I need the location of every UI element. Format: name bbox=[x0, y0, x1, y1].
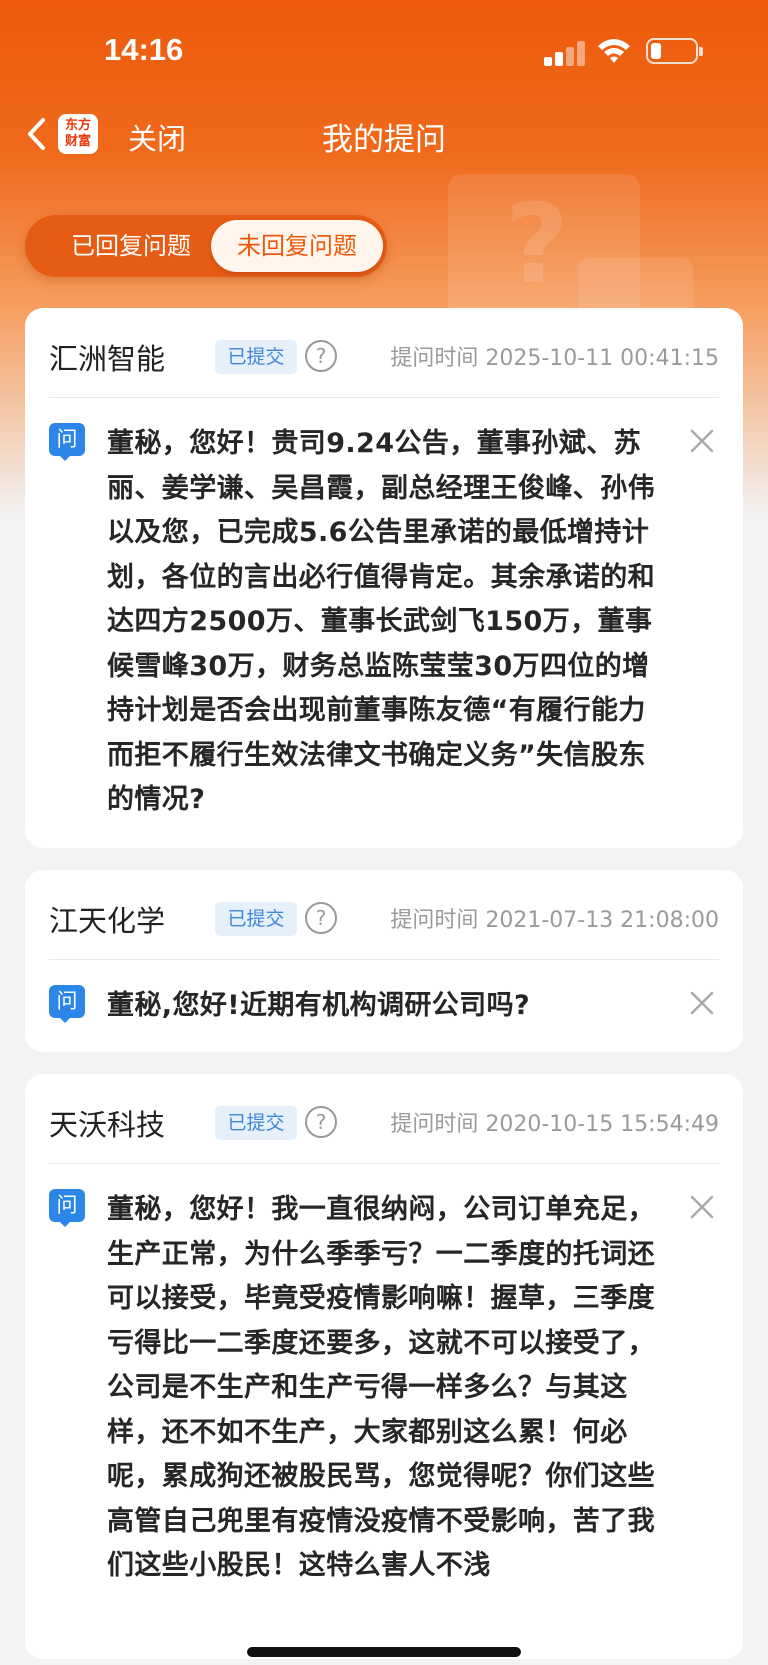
ask-time: 提问时间 2025-10-11 00:41:15 bbox=[390, 346, 719, 371]
question-icon: 问 bbox=[49, 1189, 85, 1227]
question-text: 董秘,您好!近期有机构调研公司吗? bbox=[107, 990, 531, 1021]
question-card: 天沃科技 已提交 ? 提问时间 2020-10-15 15:54:49 问 董秘… bbox=[25, 1074, 743, 1659]
card-header: 江天化学 已提交 ? 提问时间 2021-07-13 21:08:00 bbox=[49, 870, 719, 960]
question-icon-label: 问 bbox=[49, 1189, 85, 1222]
signal-icon bbox=[544, 40, 588, 66]
question-card: 江天化学 已提交 ? 提问时间 2021-07-13 21:08:00 问 董秘… bbox=[25, 870, 743, 1052]
status-time: 14:16 bbox=[104, 32, 184, 67]
question-icon-label: 问 bbox=[49, 423, 85, 456]
question-icon: 问 bbox=[49, 423, 85, 461]
ask-time: 提问时间 2020-10-15 15:54:49 bbox=[390, 1112, 719, 1137]
battery-icon bbox=[646, 38, 703, 64]
help-icon[interactable]: ? bbox=[305, 1106, 337, 1138]
card-header: 汇洲智能 已提交 ? 提问时间 2025-10-11 00:41:15 bbox=[49, 308, 719, 398]
card-header: 天沃科技 已提交 ? 提问时间 2020-10-15 15:54:49 bbox=[49, 1074, 719, 1164]
question-icon-label: 问 bbox=[49, 985, 85, 1018]
question-text: 董秘，您好！贵司9.24公告，董事孙斌、苏丽、姜学谦、吴昌霞，副总经理王俊峰、孙… bbox=[107, 428, 655, 815]
page-title: 我的提问 bbox=[322, 122, 446, 158]
tab-replied[interactable]: 已回复问题 bbox=[33, 220, 229, 272]
ask-time: 提问时间 2021-07-13 21:08:00 bbox=[390, 908, 719, 933]
question-icon: 问 bbox=[49, 985, 85, 1023]
question-card: 汇洲智能 已提交 ? 提问时间 2025-10-11 00:41:15 问 董秘… bbox=[25, 308, 743, 848]
close-icon[interactable] bbox=[689, 990, 715, 1016]
company-name[interactable]: 汇洲智能 bbox=[49, 336, 165, 378]
status-bar: 14:16 bbox=[0, 0, 768, 100]
close-icon[interactable] bbox=[689, 1194, 715, 1220]
company-name[interactable]: 天沃科技 bbox=[49, 1102, 165, 1144]
status-badge: 已提交 bbox=[215, 340, 297, 374]
status-badge: 已提交 bbox=[215, 1106, 297, 1140]
decorative-question-mark: ? bbox=[505, 180, 569, 308]
close-icon[interactable] bbox=[689, 428, 715, 454]
wifi-icon bbox=[598, 39, 630, 63]
help-icon[interactable]: ? bbox=[305, 340, 337, 372]
help-icon[interactable]: ? bbox=[305, 902, 337, 934]
home-indicator[interactable] bbox=[247, 1647, 521, 1657]
tab-unreplied[interactable]: 未回复问题 bbox=[211, 220, 383, 272]
company-name[interactable]: 江天化学 bbox=[49, 898, 165, 940]
tab-bar: 已回复问题 未回复问题 bbox=[25, 215, 387, 277]
status-badge: 已提交 bbox=[215, 902, 297, 936]
question-text: 董秘，您好！我一直很纳闷，公司订单充足，生产正常，为什么季季亏？一二季度的托词还… bbox=[107, 1194, 655, 1581]
